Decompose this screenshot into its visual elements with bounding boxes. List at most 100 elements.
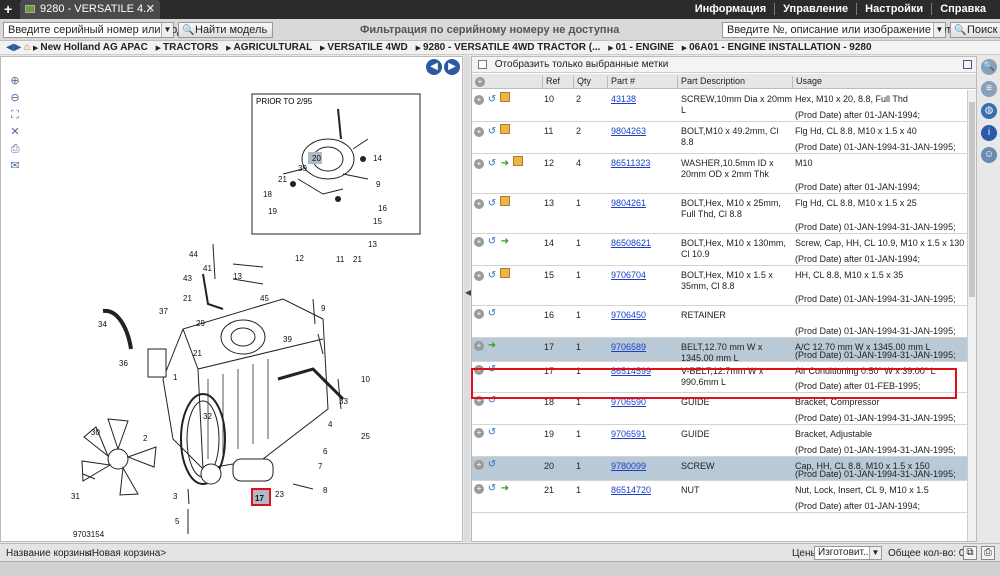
callout-33[interactable]: 33 <box>339 397 348 406</box>
row-part-number[interactable]: 9804261 <box>611 198 671 209</box>
header-select-all[interactable]: + <box>472 76 485 88</box>
col-part[interactable]: Part # <box>607 76 635 88</box>
add-to-basket-icon[interactable]: + <box>474 159 484 169</box>
table-row[interactable]: + ↺ ➜ 14 1 86508621 BOLT,Hex, M10 x 130mm, Cl … <box>472 234 968 266</box>
menu-settings[interactable]: Настройки <box>856 3 931 15</box>
crumb-model[interactable]: 9280 - VERSATILE 4WD TRACTOR (... <box>416 42 601 53</box>
new-tab-button[interactable]: + <box>4 1 12 17</box>
row-part-number[interactable]: 9804263 <box>611 126 671 137</box>
crumb-brand[interactable]: New Holland AG APAC <box>33 42 148 53</box>
add-icon[interactable]: + <box>475 77 485 87</box>
filter-checkbox[interactable] <box>478 59 487 69</box>
add-to-basket-icon[interactable]: + <box>474 428 484 438</box>
callout-6[interactable]: 6 <box>323 447 328 456</box>
callout-4[interactable]: 4 <box>328 420 333 429</box>
home-icon[interactable]: ⌂ <box>24 42 30 53</box>
details-icon[interactable]: ↺ <box>487 460 497 470</box>
callout-21b[interactable]: 21 <box>353 255 362 264</box>
table-row[interactable]: + ↺ 19 1 9706591 GUIDE Bracket, Adjustable (Pro… <box>472 425 968 457</box>
details-icon[interactable]: ↺ <box>487 237 497 247</box>
row-part-number[interactable]: 43138 <box>611 94 671 105</box>
basket-window-icon[interactable]: ⧉ <box>963 546 977 560</box>
row-part-number[interactable]: 86508621 <box>611 238 671 249</box>
callout-2[interactable]: 2 <box>143 434 148 443</box>
callout-18[interactable]: 18 <box>263 190 272 199</box>
print-icon[interactable]: ⎙ <box>981 546 995 560</box>
prices-select[interactable]: Изготовит... ▼ <box>814 546 882 560</box>
print-icon[interactable]: ⎙ <box>9 143 21 155</box>
find-model-button[interactable]: 🔍 Найти модель <box>178 22 274 38</box>
callout-9b[interactable]: 9 <box>321 304 326 313</box>
fit-icon[interactable]: ⛶ <box>9 109 21 121</box>
details-icon[interactable]: ↺ <box>487 95 497 105</box>
row-part-number[interactable]: 86514720 <box>611 485 671 496</box>
add-to-basket-icon[interactable]: + <box>474 95 484 105</box>
col-description[interactable]: Part Description <box>677 76 745 88</box>
package-icon[interactable] <box>500 92 510 102</box>
package-icon[interactable] <box>500 268 510 278</box>
add-to-basket-icon[interactable]: + <box>474 341 484 351</box>
callout-5[interactable]: 5 <box>175 517 180 526</box>
details-icon[interactable]: ↺ <box>487 127 497 137</box>
callout-11[interactable]: 11 <box>336 255 345 264</box>
callout-10[interactable]: 10 <box>361 375 370 384</box>
next-arrow-icon[interactable]: ▶ <box>444 59 460 75</box>
pane-splitter[interactable]: ◀ <box>464 56 471 542</box>
callout-21c[interactable]: 21 <box>183 294 192 303</box>
callout-3[interactable]: 3 <box>173 492 178 501</box>
table-row[interactable]: + ↺ 11 2 9804263 BOLT,M10 x 49.2mm, Cl 8.8 Flg… <box>472 122 968 154</box>
search-icon[interactable]: 🔍 <box>981 59 997 75</box>
add-to-basket-icon[interactable]: + <box>474 309 484 319</box>
callout-21d[interactable]: 21 <box>193 349 202 358</box>
package-icon[interactable] <box>513 156 523 166</box>
substitute-icon[interactable]: ➜ <box>500 159 510 169</box>
table-row[interactable]: + ↺ 13 1 9804261 BOLT,Hex, M10 x 25mm, Full T… <box>472 194 968 234</box>
details-icon[interactable]: ↺ <box>487 271 497 281</box>
add-to-basket-icon[interactable]: + <box>474 199 484 209</box>
zoom-out-icon[interactable]: ⊖ <box>9 92 21 104</box>
menu-info[interactable]: Информация <box>687 3 774 15</box>
add-to-basket-icon[interactable]: + <box>474 271 484 281</box>
callout-8[interactable]: 8 <box>323 486 328 495</box>
row-part-number[interactable]: 9706704 <box>611 270 671 281</box>
callout-7[interactable]: 7 <box>318 462 323 471</box>
package-icon[interactable] <box>500 196 510 206</box>
info-icon[interactable]: i <box>981 125 997 141</box>
zoom-in-icon[interactable]: ⊕ <box>9 75 21 87</box>
active-tab[interactable]: 9280 - VERSATILE 4... ✕ <box>20 0 160 19</box>
callout-16[interactable]: 16 <box>378 204 387 213</box>
globe-icon[interactable]: ◍ <box>981 103 997 119</box>
crumb-agricultural[interactable]: AGRICULTURAL <box>226 42 312 53</box>
substitute-icon[interactable]: ➜ <box>487 341 497 351</box>
scroll-thumb[interactable] <box>969 102 975 297</box>
details-icon[interactable]: ↺ <box>487 428 497 438</box>
callout-32[interactable]: 32 <box>203 412 212 421</box>
callout-14[interactable]: 14 <box>373 154 382 163</box>
table-row[interactable]: + ↺ 10 2 43138 SCREW,10mm Dia x 20mm L Hex, M1… <box>472 90 968 122</box>
table-row[interactable]: + ↺ ➜ 12 4 86511323 WASHER,10.5mm ID x 20mm OD… <box>472 154 968 194</box>
basket-name[interactable]: <Новая корзина> <box>86 548 166 559</box>
add-to-basket-icon[interactable]: + <box>474 127 484 137</box>
crumb-series[interactable]: VERSATILE 4WD <box>320 42 408 53</box>
callout-36[interactable]: 36 <box>119 359 128 368</box>
details-icon[interactable]: ↺ <box>487 199 497 209</box>
callout-15[interactable]: 15 <box>373 217 382 226</box>
callout-21[interactable]: 21 <box>278 175 287 184</box>
chevron-down-icon[interactable]: ▼ <box>161 23 173 37</box>
callout-39b[interactable]: 39 <box>283 335 292 344</box>
table-row[interactable]: + ↺ ➜ 21 1 86514720 NUT Nut, Lock, Insert, CL 9… <box>472 481 968 513</box>
window-icon[interactable] <box>963 60 972 69</box>
list-icon[interactable]: ≡ <box>981 81 997 97</box>
details-icon[interactable]: ↺ <box>487 309 497 319</box>
menu-help[interactable]: Справка <box>931 3 994 15</box>
row-part-number[interactable]: 9780099 <box>611 461 671 472</box>
callout-29[interactable]: 29 <box>196 319 205 328</box>
callout-1[interactable]: 1 <box>173 373 178 382</box>
row-part-number[interactable]: 9706591 <box>611 429 671 440</box>
callout-43[interactable]: 43 <box>183 274 192 283</box>
user-icon[interactable]: ☺ <box>981 147 997 163</box>
menu-management[interactable]: Управление <box>774 3 856 15</box>
chevron-down-icon[interactable]: ▼ <box>933 23 945 37</box>
callout-9[interactable]: 9 <box>376 180 381 189</box>
callout-20[interactable]: 20 <box>312 154 321 163</box>
